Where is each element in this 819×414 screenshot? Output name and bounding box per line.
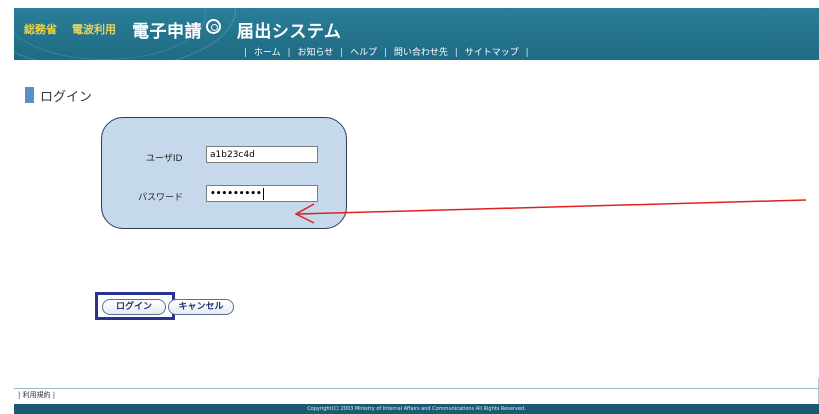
arrow-line [297, 199, 807, 215]
annotation-arrow [294, 199, 807, 224]
